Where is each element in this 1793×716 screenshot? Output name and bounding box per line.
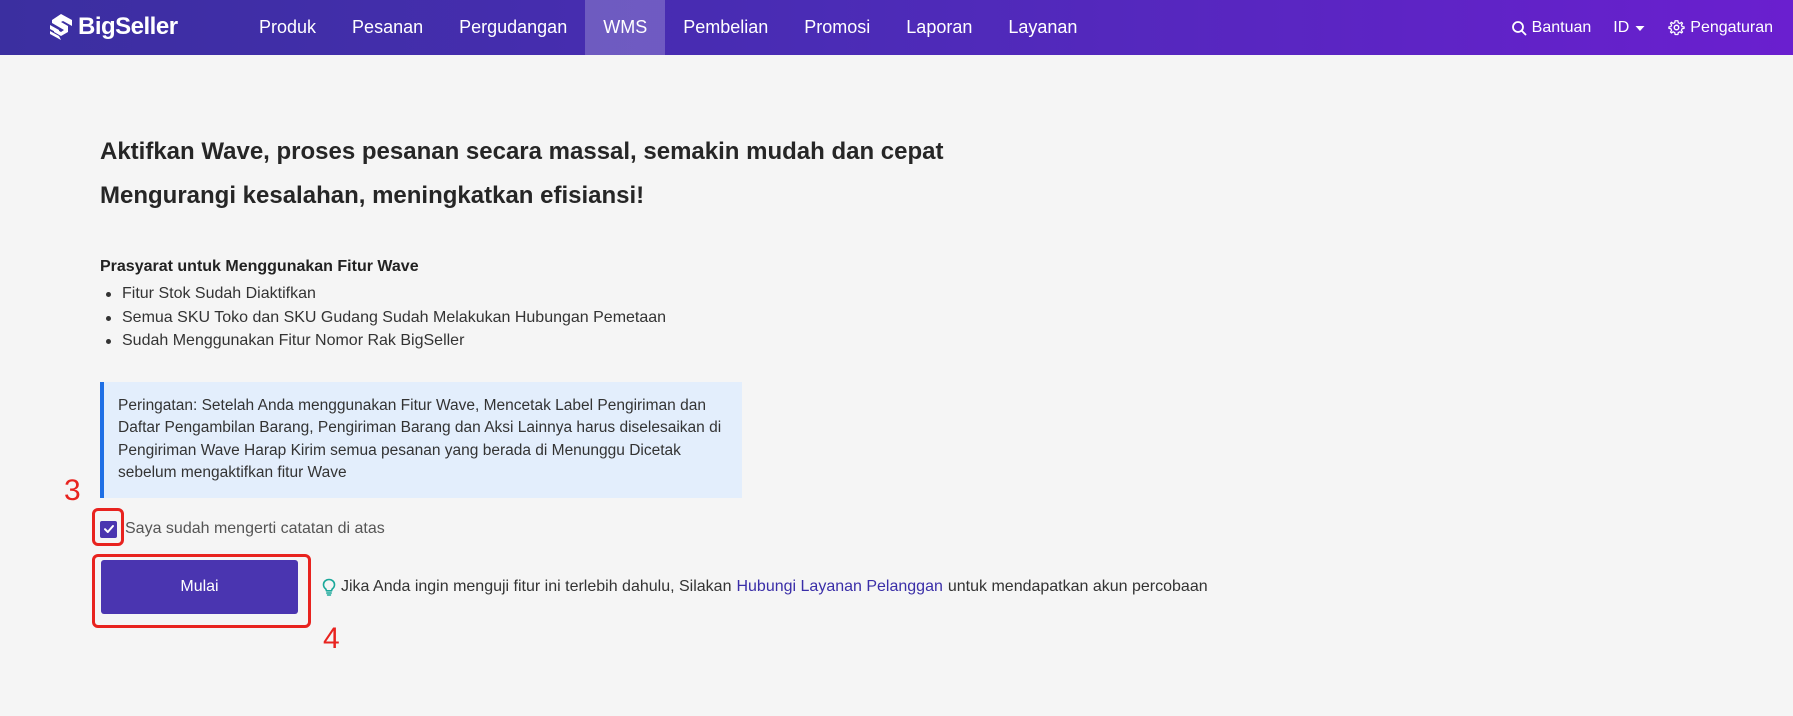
nav-item-promosi[interactable]: Promosi [786,0,888,55]
caret-down-icon [1635,25,1645,31]
top-navigation-bar: BigSeller Produk Pesanan Pergudangan WMS… [0,0,1793,55]
nav-item-wms[interactable]: WMS [585,0,666,55]
header-tools: Bantuan ID Pengaturan [1511,0,1773,55]
agree-label: Saya sudah mengerti catatan di atas [125,520,385,537]
prerequisites-title: Prasyarat untuk Menggunakan Fitur Wave [100,258,419,275]
nav-item-pergudangan[interactable]: Pergudangan [441,0,585,55]
language-label: ID [1613,18,1630,36]
settings-link[interactable]: Pengaturan [1668,19,1773,37]
language-selector[interactable]: ID [1613,19,1646,37]
bigseller-logo-icon [50,14,72,40]
annotation-number-4: 4 [323,622,340,655]
trial-hint: Jika Anda ingin menguji fitur ini terleb… [322,578,1208,596]
contact-support-link[interactable]: Hubungi Layanan Pelanggan [736,578,942,596]
gear-icon [1668,20,1685,36]
annotation-box-checkbox [92,508,124,546]
nav-item-layanan[interactable]: Layanan [990,0,1095,55]
prerequisite-item: Semua SKU Toko dan SKU Gudang Sudah Mela… [100,306,1500,330]
nav-item-pesanan[interactable]: Pesanan [334,0,441,55]
annotation-box-start-button [92,554,311,628]
prerequisite-item: Fitur Stok Sudah Diaktifkan [100,282,1500,306]
help-link[interactable]: Bantuan [1511,18,1592,37]
wave-activation-panel: Aktifkan Wave, proses pesanan secara mas… [100,130,1500,498]
lightbulb-icon [322,578,336,596]
prerequisite-item: Sudah Menggunakan Fitur Nomor Rak BigSel… [100,329,1500,353]
headline-secondary: Mengurangi kesalahan, meningkatkan efisi… [100,182,645,209]
bigseller-logo[interactable]: BigSeller [48,13,178,41]
nav-item-laporan[interactable]: Laporan [888,0,990,55]
settings-label: Pengaturan [1690,18,1773,36]
prerequisites-list: Fitur Stok Sudah Diaktifkan Semua SKU To… [100,282,1500,353]
main-nav: Produk Pesanan Pergudangan WMS Pembelian… [241,0,1095,55]
headline-primary: Aktifkan Wave, proses pesanan secara mas… [100,138,944,165]
warning-notice: Peringatan: Setelah Anda menggunakan Fit… [100,381,742,498]
nav-item-produk[interactable]: Produk [241,0,334,55]
hint-text-after: untuk mendapatkan akun percobaan [947,578,1208,595]
annotation-number-3: 3 [64,474,81,507]
help-label: Bantuan [1531,18,1592,36]
brand-name: BigSeller [78,13,178,40]
agree-checkbox-row[interactable]: Saya sudah mengerti catatan di atas [100,520,385,538]
hint-text-before: Jika Anda ingin menguji fitur ini terleb… [341,578,732,595]
nav-item-pembelian[interactable]: Pembelian [665,0,786,55]
search-icon [1511,20,1527,35]
